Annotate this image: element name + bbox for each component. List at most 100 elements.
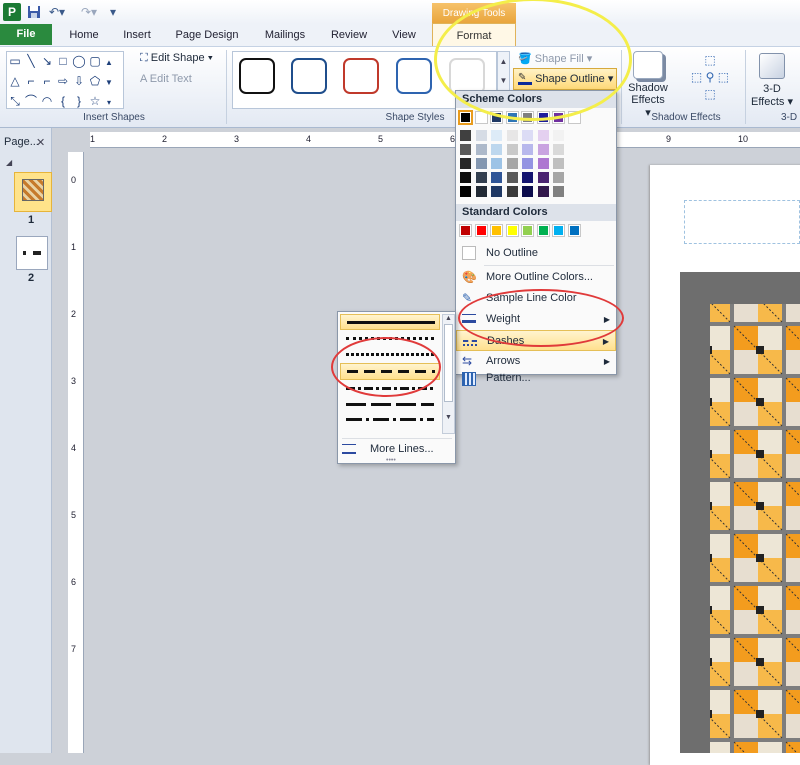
line-shape-icon[interactable]: ╲	[23, 52, 39, 70]
scheme-shade-swatch[interactable]	[537, 158, 549, 169]
scroll-thumb[interactable]	[444, 324, 453, 402]
publisher-app-icon[interactable]: P	[3, 3, 21, 21]
standard-color-swatch[interactable]	[505, 224, 519, 237]
elbow-arrow-shape-icon[interactable]: ⌐	[39, 72, 55, 90]
collapse-pages-icon[interactable]: ◢	[6, 158, 12, 167]
no-outline-item[interactable]: No Outline	[456, 243, 616, 264]
brace-right-shape-icon[interactable]: }	[71, 92, 87, 110]
more-outline-colors-item[interactable]: 🎨 More Outline Colors...	[456, 267, 616, 288]
shape-style-dark-blue[interactable]	[291, 58, 327, 94]
scheme-color-swatch[interactable]	[474, 111, 488, 124]
standard-color-swatch[interactable]	[490, 224, 503, 237]
scheme-shade-swatch[interactable]	[491, 158, 502, 169]
save-icon[interactable]	[26, 3, 42, 21]
flowchart-shape-icon[interactable]: ⇩	[71, 72, 87, 90]
scroll-up-arrow-icon[interactable]: ▲	[443, 315, 454, 322]
long-dash[interactable]	[340, 398, 440, 412]
nudge-down-icon[interactable]: ⬚	[704, 87, 715, 101]
standard-color-swatch[interactable]	[552, 224, 565, 237]
shape-style-red[interactable]	[343, 58, 379, 94]
shape-style-black[interactable]	[239, 58, 275, 94]
shape-style-blue[interactable]	[396, 58, 432, 94]
tab-view[interactable]: View	[383, 25, 425, 46]
tab-page-design[interactable]: Page Design	[170, 25, 244, 46]
scheme-shade-swatch[interactable]	[460, 172, 471, 183]
oval-shape-icon[interactable]: ◯	[71, 52, 87, 70]
scheme-shade-swatch[interactable]	[460, 130, 471, 141]
scheme-shade-swatch[interactable]	[522, 172, 533, 183]
nudge-left-icon[interactable]: ⬚	[691, 70, 702, 84]
pentagon-shape-icon[interactable]: ⬠	[87, 72, 103, 90]
shadow-toggle-icon[interactable]: ⚲	[706, 70, 715, 84]
tab-review[interactable]: Review	[325, 25, 373, 46]
scheme-shade-swatch[interactable]	[491, 186, 502, 197]
scheme-shade-swatch[interactable]	[491, 130, 502, 141]
tab-insert[interactable]: Insert	[115, 25, 159, 46]
arc-shape-icon[interactable]: ◠	[39, 92, 55, 110]
page-thumbnail-1[interactable]	[14, 172, 52, 212]
textbox-shape-icon[interactable]: ▭	[7, 52, 23, 70]
scheme-shade-swatch[interactable]	[506, 186, 518, 197]
tab-mailings[interactable]: Mailings	[256, 25, 314, 46]
scheme-shade-swatch[interactable]	[522, 158, 533, 169]
scroll-down-icon[interactable]: ▼	[103, 74, 115, 92]
edit-shape-button[interactable]: ⛶ Edit Shape ▾	[140, 52, 213, 65]
redo-icon[interactable]: ↷▾	[78, 3, 100, 21]
scheme-shade-swatch[interactable]	[537, 186, 549, 197]
scheme-shade-swatch[interactable]	[506, 158, 518, 169]
dashes-scrollbar[interactable]: ▲ ▼	[442, 314, 455, 434]
scheme-shade-swatch[interactable]	[506, 172, 518, 183]
scheme-shade-swatch[interactable]	[537, 144, 549, 155]
arrow-line-shape-icon[interactable]: ↘	[39, 52, 55, 70]
shadow-effects-button[interactable]: Shadow Effects ▾	[628, 51, 668, 119]
brace-left-shape-icon[interactable]: {	[55, 92, 71, 110]
page-thumbnail-2[interactable]	[16, 236, 48, 270]
scheme-shade-swatch[interactable]	[475, 130, 487, 141]
pattern-item[interactable]: Pattern...	[456, 372, 616, 386]
right-arrow-shape-icon[interactable]: ⇨	[55, 72, 71, 90]
scheme-shade-swatch[interactable]	[475, 172, 487, 183]
scheme-shade-swatch[interactable]	[475, 186, 487, 197]
scheme-shade-swatch[interactable]	[460, 144, 471, 155]
vertical-ruler[interactable]: 0 1 2 3 4 5 6 7	[68, 152, 84, 753]
curve-shape-icon[interactable]: ⌒	[23, 92, 39, 110]
shadow-nudge-controls[interactable]: ⬚ ⬚ ⚲ ⬚ ⬚	[682, 52, 738, 106]
scheme-color-swatch[interactable]	[458, 110, 473, 125]
elbow-connector-shape-icon[interactable]: ⌐	[23, 72, 39, 90]
scroll-down-arrow-icon[interactable]: ▼	[443, 414, 454, 421]
scheme-shade-swatch[interactable]	[506, 144, 518, 155]
scheme-shade-swatch[interactable]	[460, 158, 471, 169]
scheme-shade-swatch[interactable]	[475, 144, 487, 155]
scheme-shade-swatch[interactable]	[537, 172, 549, 183]
resize-grip-icon[interactable]: ••••	[386, 457, 396, 464]
rounded-rect-shape-icon[interactable]: ▢	[87, 52, 103, 70]
nudge-up-icon[interactable]: ⬚	[704, 53, 715, 67]
quilt-image[interactable]	[680, 272, 800, 753]
undo-icon[interactable]: ↶▾	[46, 3, 68, 21]
scheme-shade-swatch[interactable]	[506, 130, 518, 141]
scheme-shade-swatch[interactable]	[537, 130, 549, 141]
tab-home[interactable]: Home	[60, 25, 108, 46]
close-pane-icon[interactable]: ✕	[36, 136, 45, 149]
dash-solid[interactable]	[340, 314, 440, 330]
edit-text-button[interactable]: A Edit Text	[140, 73, 192, 85]
scheme-shade-swatch[interactable]	[491, 144, 502, 155]
long-dash-dot[interactable]	[340, 413, 440, 427]
triangle-shape-icon[interactable]: △	[7, 72, 23, 90]
star-shape-icon[interactable]: ☆	[87, 92, 103, 110]
scheme-shade-swatch[interactable]	[522, 186, 533, 197]
scheme-shade-swatch[interactable]	[553, 158, 564, 169]
3d-effects-button[interactable]: 3-D Effects ▾	[750, 51, 794, 109]
scheme-shade-swatch[interactable]	[553, 144, 564, 155]
scheme-shade-swatch[interactable]	[553, 172, 564, 183]
customize-qat-icon[interactable]: ▾	[108, 3, 118, 21]
scroll-up-icon[interactable]: ▲	[103, 54, 115, 72]
text-box-guide[interactable]	[684, 200, 800, 244]
scheme-shade-swatch[interactable]	[553, 186, 564, 197]
nudge-right-icon[interactable]: ⬚	[718, 70, 729, 84]
scheme-shade-swatch[interactable]	[522, 130, 533, 141]
arrows-item[interactable]: ⇆ Arrows ▶	[456, 351, 616, 372]
standard-color-swatch[interactable]	[567, 224, 581, 237]
scheme-shade-swatch[interactable]	[522, 144, 533, 155]
freeform-shape-icon[interactable]: ⤡	[7, 92, 23, 110]
